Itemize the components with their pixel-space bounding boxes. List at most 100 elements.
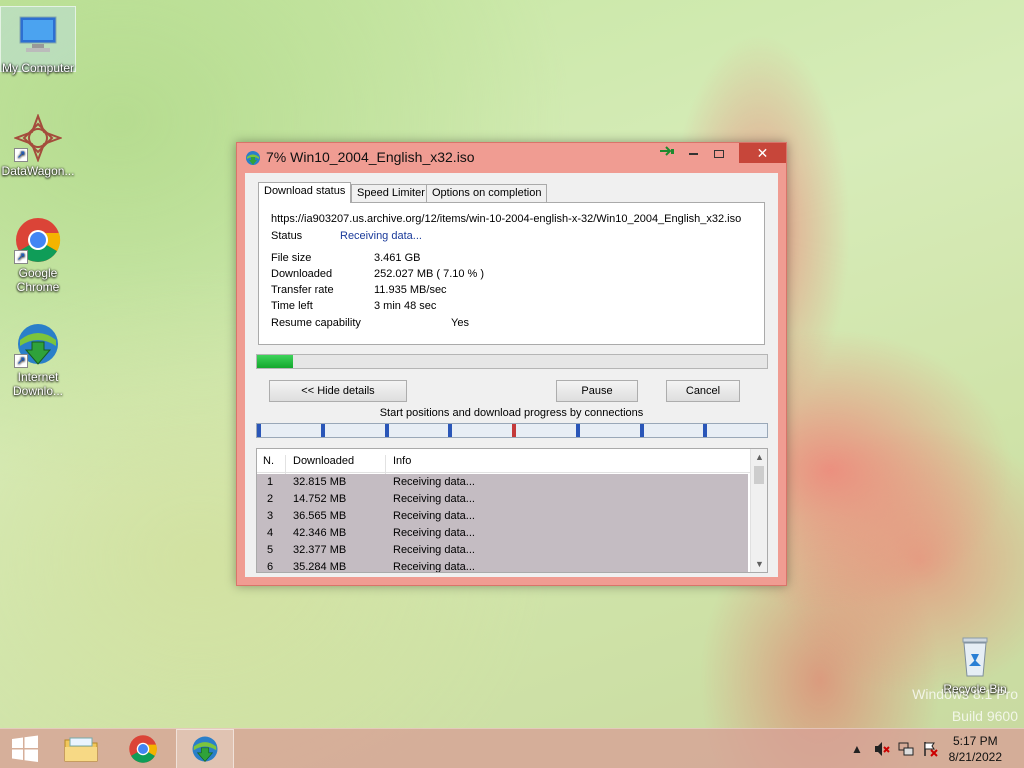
connection-downloaded: 35.284 MB <box>293 561 347 573</box>
transfer-rate-label: Transfer rate <box>271 284 334 296</box>
tab-speed-limiter[interactable]: Speed Limiter <box>351 184 431 202</box>
downloaded-value: 252.027 MB ( 7.10 % ) <box>374 268 485 280</box>
connection-number: 6 <box>267 561 274 573</box>
connection-number: 1 <box>267 476 274 488</box>
connection-info: Receiving data... <box>393 510 475 522</box>
connection-row[interactable]: 4 42.346 MB Receiving data... <box>257 525 748 542</box>
speaker-muted-icon[interactable] <box>874 741 890 757</box>
connection-start-marker <box>575 424 580 437</box>
window-client-area: Download status Speed Limiter Options on… <box>245 173 778 577</box>
minimize-to-tray-button[interactable] <box>654 143 680 163</box>
action-center-flag-icon[interactable] <box>922 741 938 757</box>
close-button[interactable]: ✕ <box>739 143 786 163</box>
connection-start-marker <box>320 424 325 437</box>
maximize-button[interactable] <box>706 143 732 163</box>
desktop-icon-internet-download-manager[interactable]: ↗ Internet Downlo... <box>0 316 76 398</box>
windows-logo-icon <box>12 735 38 762</box>
chrome-icon: ↗ <box>14 216 62 264</box>
connection-downloaded: 32.377 MB <box>293 544 347 556</box>
tab-options-on-completion[interactable]: Options on completion <box>426 184 548 202</box>
desktop-icon-label: Google Chrome <box>16 266 60 294</box>
show-hidden-icons-chevron-icon[interactable]: ▲ <box>849 741 865 757</box>
taskbar: ▲ 5:17 PM 8/21/2022 <box>0 728 1024 768</box>
scroll-up-icon[interactable]: ▲ <box>751 449 767 465</box>
time-left-value: 3 min 48 sec <box>374 300 437 312</box>
download-progress-bar <box>256 354 768 369</box>
close-icon: ✕ <box>756 145 769 161</box>
file-size-value: 3.461 GB <box>374 252 421 264</box>
idm-icon <box>192 736 218 762</box>
tab-download-status[interactable]: Download status <box>258 182 352 203</box>
column-separator <box>385 455 386 475</box>
connections-scrollbar[interactable]: ▲ ▼ <box>750 449 767 572</box>
connection-downloaded: 36.565 MB <box>293 510 347 522</box>
window-titlebar[interactable]: 7% Win10_2004_English_x32.iso ✕ <box>237 143 786 171</box>
connections-list-header: N. Downloaded Info <box>257 449 751 475</box>
clock-date: 8/21/2022 <box>948 750 1002 764</box>
minimize-button[interactable] <box>680 143 706 163</box>
chrome-icon <box>129 735 157 763</box>
connection-number: 5 <box>267 544 274 556</box>
window-title: 7% Win10_2004_English_x32.iso <box>266 149 475 165</box>
recycle-bin-icon <box>951 632 999 680</box>
connection-start-marker <box>448 424 453 437</box>
connection-start-marker <box>639 424 644 437</box>
scroll-down-icon[interactable]: ▼ <box>751 556 767 572</box>
column-header-info[interactable]: Info <box>393 455 411 467</box>
desktop-icon-my-computer[interactable]: My Computer <box>0 6 76 75</box>
resume-capability-label: Resume capability <box>271 317 361 329</box>
desktop-icon-google-chrome[interactable]: ↗ Google Chrome <box>0 212 76 294</box>
desktop-icon-label: Internet Downlo... <box>12 370 64 398</box>
download-status-panel: https://ia903207.us.archive.org/12/items… <box>258 202 765 345</box>
connection-row[interactable]: 3 36.565 MB Receiving data... <box>257 508 748 525</box>
pause-button[interactable]: Pause <box>556 380 638 402</box>
connection-number: 4 <box>267 527 274 539</box>
column-header-downloaded[interactable]: Downloaded <box>293 455 354 467</box>
connection-row[interactable]: 6 35.284 MB Receiving data... <box>257 559 748 573</box>
connection-row[interactable]: 2 14.752 MB Receiving data... <box>257 491 748 508</box>
minimize-icon <box>688 152 698 155</box>
connection-row[interactable]: 5 32.377 MB Receiving data... <box>257 542 748 559</box>
connection-info: Receiving data... <box>393 493 475 505</box>
maximize-icon <box>714 149 724 158</box>
connection-start-marker <box>384 424 389 437</box>
downloaded-label: Downloaded <box>271 268 333 280</box>
time-left-label: Time left <box>271 300 313 312</box>
status-value: Receiving data... <box>340 230 422 242</box>
taskbar-google-chrome[interactable] <box>114 729 172 768</box>
taskbar-file-explorer[interactable] <box>52 729 110 768</box>
desktop-icon-label: My Computer <box>1 61 75 75</box>
cancel-button[interactable]: Cancel <box>666 380 740 402</box>
connection-number: 3 <box>267 510 274 522</box>
status-label: Status <box>271 230 303 242</box>
datawagon-icon: ↗ <box>13 113 63 163</box>
idm-icon <box>245 150 261 166</box>
start-button[interactable] <box>0 729 50 768</box>
idm-icon: ↗ <box>14 320 62 368</box>
connections-progress-bar <box>256 423 768 438</box>
shortcut-arrow-icon: ↗ <box>14 354 28 368</box>
column-separator <box>285 455 286 475</box>
connection-info: Receiving data... <box>393 527 475 539</box>
system-clock[interactable]: 5:17 PM 8/21/2022 <box>949 733 1002 765</box>
hide-details-button[interactable]: << Hide details <box>269 380 407 402</box>
connection-info: Receiving data... <box>393 476 475 488</box>
connections-caption: Start positions and download progress by… <box>379 407 644 419</box>
download-progress-window: 7% Win10_2004_English_x32.iso ✕ Download… <box>236 142 787 586</box>
connection-downloaded: 32.815 MB <box>293 476 347 488</box>
column-header-number[interactable]: N. <box>263 455 274 467</box>
desktop-icon-datawagon[interactable]: ↗ DataWagon... <box>0 110 76 178</box>
computer-icon <box>14 11 62 59</box>
tray-arrow-icon <box>660 146 674 156</box>
network-icon[interactable] <box>898 741 914 757</box>
windows-watermark-edition: Windows 8.1 Pro <box>912 686 1018 702</box>
download-url: https://ia903207.us.archive.org/12/items… <box>271 213 742 225</box>
shortcut-arrow-icon: ↗ <box>14 250 28 264</box>
connection-start-marker <box>512 424 516 437</box>
connection-start-marker <box>257 424 261 437</box>
taskbar-internet-download-manager[interactable] <box>176 729 234 768</box>
scroll-thumb[interactable] <box>754 466 764 484</box>
desktop: { "desktop": { "icons": [ {"label": "My … <box>0 0 1024 768</box>
connection-row[interactable]: 1 32.815 MB Receiving data... <box>257 474 748 491</box>
connection-number: 2 <box>267 493 274 505</box>
